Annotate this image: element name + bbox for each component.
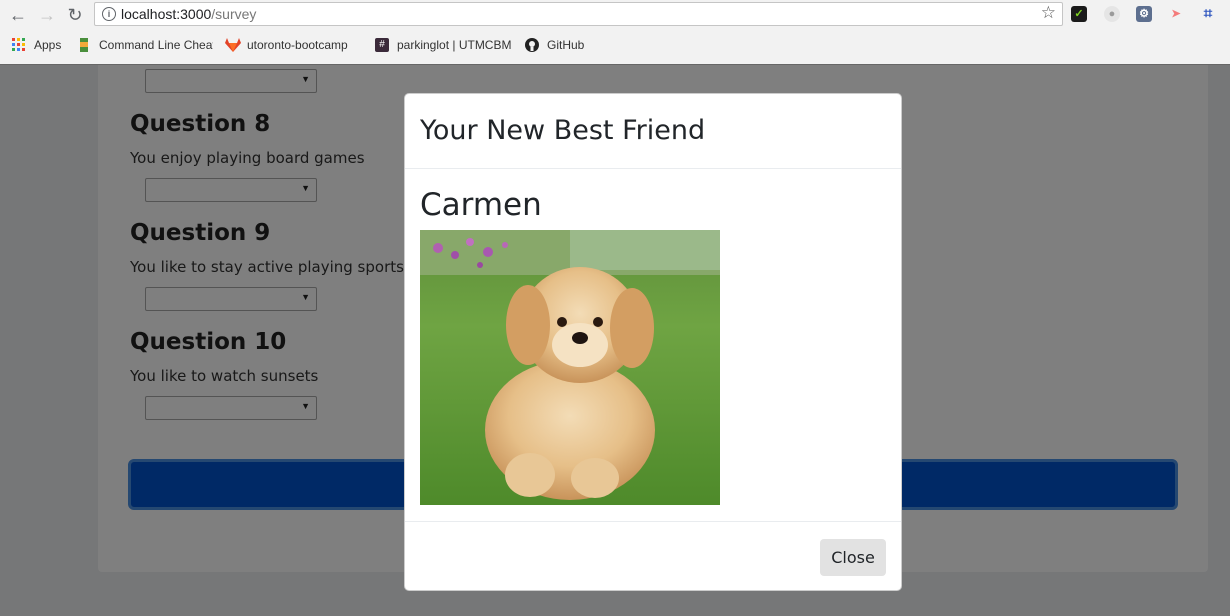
close-button[interactable]: Close bbox=[820, 539, 886, 576]
bookmark-label: Apps bbox=[34, 38, 62, 52]
bookmark-command-line[interactable]: Command Line Cheat bbox=[77, 34, 213, 56]
modal-footer: Close bbox=[405, 521, 901, 591]
best-friend-modal: Your New Best Friend Carmen Close bbox=[404, 93, 902, 591]
info-icon[interactable]: i bbox=[102, 7, 116, 21]
bookmark-label: Command Line Cheat bbox=[99, 38, 213, 52]
bookmark-label: utoronto-bootcamp bbox=[247, 38, 348, 52]
bookmark-icon bbox=[77, 38, 91, 52]
apps-grid-icon bbox=[12, 38, 26, 52]
url-text: localhost:3000/survey bbox=[121, 6, 256, 22]
modal-title: Your New Best Friend bbox=[420, 115, 706, 146]
extension-circle-icon[interactable]: ● bbox=[1104, 6, 1120, 22]
bookmark-parkinglot[interactable]: # parkinglot | UTMCBM bbox=[375, 34, 515, 56]
reload-icon[interactable]: ↻ bbox=[65, 5, 85, 25]
browser-toolbar: ← → ↻ i localhost:3000/survey ☆ ✓ ● ⚙ ➤ … bbox=[0, 0, 1230, 65]
extension-puzzle-icon[interactable]: ⚙ bbox=[1136, 6, 1152, 22]
address-bar[interactable]: i localhost:3000/survey ☆ bbox=[94, 2, 1063, 26]
bookmark-label: parkinglot | UTMCBM bbox=[397, 38, 512, 52]
slack-hash-icon: # bbox=[375, 38, 389, 52]
github-icon bbox=[525, 38, 539, 52]
bookmark-star-icon[interactable]: ☆ bbox=[1041, 3, 1056, 23]
friend-photo bbox=[420, 230, 720, 505]
extension-arrow-icon[interactable]: ➤ bbox=[1168, 6, 1184, 22]
bookmark-github[interactable]: GitHub bbox=[525, 34, 584, 56]
url-host: localhost:3000 bbox=[121, 6, 212, 22]
extension-hash-icon[interactable]: ⌗ bbox=[1200, 6, 1216, 22]
extension-check-icon[interactable]: ✓ bbox=[1071, 6, 1087, 22]
friend-name: Carmen bbox=[420, 187, 542, 223]
modal-header: Your New Best Friend bbox=[405, 94, 901, 169]
bookmark-apps[interactable]: Apps bbox=[12, 34, 61, 56]
gitlab-icon bbox=[225, 38, 241, 52]
url-path: /survey bbox=[211, 6, 257, 22]
bookmarks-bar: Apps Command Line Cheat utoronto-bootcam… bbox=[0, 34, 1230, 56]
back-arrow-icon[interactable]: ← bbox=[8, 5, 28, 25]
forward-arrow-icon[interactable]: → bbox=[37, 5, 57, 25]
bookmark-label: GitHub bbox=[547, 38, 585, 52]
bookmark-utoronto[interactable]: utoronto-bootcamp bbox=[225, 34, 361, 56]
